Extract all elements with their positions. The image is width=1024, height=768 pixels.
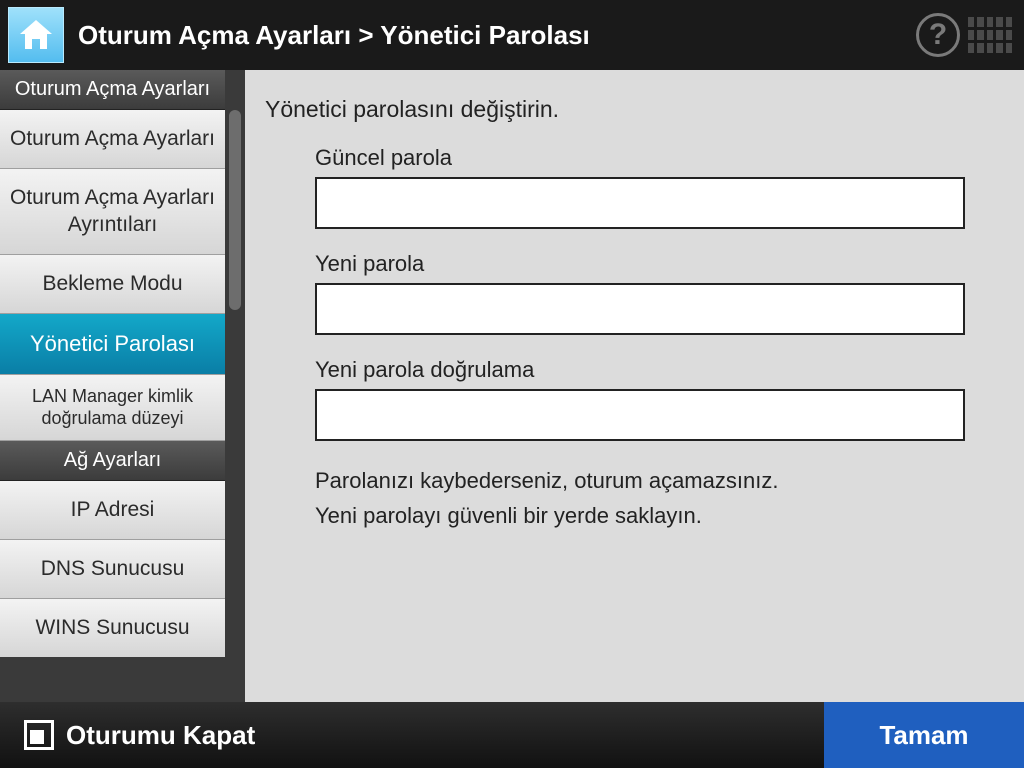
logout-label: Oturumu Kapat <box>66 720 255 751</box>
confirm-password-label: Yeni parola doğrulama <box>315 357 990 383</box>
note-line-1: Parolanızı kaybederseniz, oturum açamazs… <box>315 463 990 498</box>
current-password-label: Güncel parola <box>315 145 990 171</box>
sidebar-item-standby-mode[interactable]: Bekleme Modu <box>0 255 225 314</box>
home-icon[interactable] <box>8 7 64 63</box>
breadcrumb: Oturum Açma Ayarları > Yönetici Parolası <box>78 20 916 51</box>
sidebar-item-admin-password[interactable]: Yönetici Parolası <box>0 314 225 375</box>
sidebar-item-login-details[interactable]: Oturum Açma Ayarları Ayrıntıları <box>0 169 225 255</box>
sidebar-group-network-header: Ağ Ayarları <box>0 441 225 481</box>
sidebar-scrollbar-thumb[interactable] <box>229 110 241 310</box>
sidebar: Oturum Açma Ayarları Oturum Açma Ayarlar… <box>0 70 225 702</box>
sidebar-item-lan-manager[interactable]: LAN Manager kimlik doğrulama düzeyi <box>0 375 225 441</box>
keyboard-icon[interactable] <box>966 15 1014 55</box>
logout-button[interactable]: Oturumu Kapat <box>0 702 279 768</box>
new-password-input[interactable] <box>315 283 965 335</box>
sidebar-scrollbar-track[interactable] <box>225 70 245 702</box>
ok-button[interactable]: Tamam <box>824 702 1024 768</box>
sidebar-item-dns-server[interactable]: DNS Sunucusu <box>0 540 225 599</box>
confirm-password-input[interactable] <box>315 389 965 441</box>
sidebar-item-login-settings[interactable]: Oturum Açma Ayarları <box>0 110 225 169</box>
main-panel: Yönetici parolasını değiştirin. Güncel p… <box>245 70 1024 702</box>
help-icon[interactable]: ? <box>916 13 960 57</box>
sidebar-item-ip-address[interactable]: IP Adresi <box>0 481 225 540</box>
logout-icon <box>24 720 54 750</box>
page-intro: Yönetici parolasını değiştirin. <box>265 96 990 123</box>
current-password-input[interactable] <box>315 177 965 229</box>
note-line-2: Yeni parolayı güvenli bir yerde saklayın… <box>315 498 990 533</box>
sidebar-group-login-header: Oturum Açma Ayarları <box>0 70 225 110</box>
footer: Oturumu Kapat Tamam <box>0 702 1024 768</box>
header: Oturum Açma Ayarları > Yönetici Parolası… <box>0 0 1024 70</box>
sidebar-item-wins-server[interactable]: WINS Sunucusu <box>0 599 225 657</box>
ok-label: Tamam <box>879 720 968 751</box>
new-password-label: Yeni parola <box>315 251 990 277</box>
